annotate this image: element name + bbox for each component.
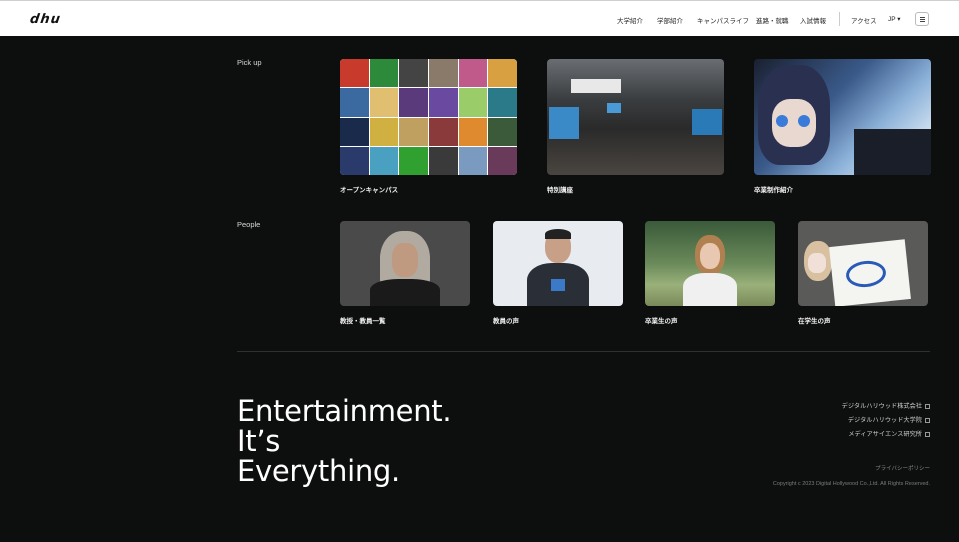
person-face-graphic — [392, 243, 418, 277]
menu-button[interactable] — [915, 12, 929, 26]
nav-campus-life[interactable]: キャンパスライフ — [697, 15, 749, 25]
footer-link-label: デジタルハリウッド大学院 — [847, 417, 922, 424]
external-link-icon — [925, 417, 930, 423]
faculty-voice-image — [493, 221, 623, 306]
alumni-voice-image — [645, 221, 775, 306]
screen-graphic — [692, 109, 722, 135]
nav-divider — [839, 12, 840, 26]
nav-faculty[interactable]: 学部紹介 — [657, 15, 683, 25]
faculty-voice-title: 教員の声 — [493, 318, 519, 325]
screen-graphic — [607, 103, 621, 113]
open-campus-title: オープンキャンパス — [340, 187, 399, 194]
dhu-logo[interactable]: dhu — [29, 12, 62, 27]
pickup-card-graduation-works[interactable]: 卒業制作紹介 — [754, 59, 931, 194]
graduation-works-image — [754, 59, 931, 175]
nav-access[interactable]: アクセス — [851, 15, 877, 25]
special-lecture-title: 特別講座 — [547, 187, 573, 194]
student-voice-title: 在学生の声 — [798, 318, 831, 325]
people-card-alumni-voice[interactable]: 卒業生の声 — [645, 221, 775, 326]
student-voice-image — [798, 221, 928, 306]
person-face-graphic — [700, 243, 720, 269]
footer-link-graduate-school[interactable]: デジタルハリウッド大学院 — [842, 414, 930, 428]
footer-link-media-science-lab[interactable]: メディアサイエンス研究所 — [842, 428, 930, 442]
hamburger-icon — [920, 17, 925, 18]
open-campus-image — [340, 59, 517, 175]
copyright-text: Copyright c 2023 Digital Hollywood Co.,L… — [772, 481, 930, 487]
footer-links: デジタルハリウッド株式会社 デジタルハリウッド大学院 メディアサイエンス研究所 — [842, 400, 930, 442]
footer-link-label: メディアサイエンス研究所 — [848, 431, 922, 438]
person-hair-graphic — [545, 229, 571, 239]
people-card-faculty-voice[interactable]: 教員の声 — [493, 221, 623, 326]
nav-career[interactable]: 進路・就職 — [756, 15, 789, 25]
nav-admissions[interactable]: 入試情報 — [800, 15, 826, 25]
tagline-line-2: It’s — [237, 424, 281, 458]
projector-screen-graphic — [571, 79, 621, 93]
character-eye-graphic — [798, 115, 810, 127]
footer-link-digital-hollywood[interactable]: デジタルハリウッド株式会社 — [842, 400, 930, 414]
tagline-line-3: Everything. — [237, 454, 400, 488]
person-face-graphic — [808, 253, 826, 273]
footer-link-label: デジタルハリウッド株式会社 — [841, 403, 922, 410]
tagline-line-1: Entertainment. — [237, 394, 452, 428]
tagline: Entertainment. It’s Everything. — [237, 394, 452, 488]
external-link-icon — [925, 403, 930, 409]
faculty-list-image — [340, 221, 470, 306]
screen-graphic — [549, 107, 579, 139]
section-divider — [237, 351, 930, 352]
person-body-graphic — [683, 273, 737, 306]
graduation-works-title: 卒業制作紹介 — [754, 187, 793, 194]
pickup-label: Pick up — [237, 58, 262, 67]
shirt-print-graphic — [551, 279, 565, 291]
cockpit-graphic — [854, 129, 931, 175]
nav-university[interactable]: 大学紹介 — [617, 15, 643, 25]
faculty-list-title: 教授・教員一覧 — [340, 318, 386, 325]
pickup-card-open-campus[interactable]: オープンキャンパス — [340, 59, 517, 194]
hamburger-icon-line — [920, 21, 925, 22]
person-body-graphic — [370, 279, 440, 306]
people-label: People — [237, 220, 261, 229]
privacy-policy-link[interactable]: プライバシーポリシー — [875, 464, 930, 472]
hamburger-icon-line — [920, 19, 925, 20]
site-header: dhu 大学紹介 学部紹介 キャンパスライフ 進路・就職 入試情報 アクセス J… — [0, 0, 959, 36]
people-card-student-voice[interactable]: 在学生の声 — [798, 221, 928, 326]
special-lecture-image — [547, 59, 724, 175]
character-eye-graphic — [776, 115, 788, 127]
alumni-voice-title: 卒業生の声 — [645, 318, 678, 325]
pickup-card-special-lecture[interactable]: 特別講座 — [547, 59, 724, 194]
external-link-icon — [925, 431, 930, 437]
people-card-faculty-list[interactable]: 教授・教員一覧 — [340, 221, 470, 326]
language-selector[interactable]: JP ▾ — [888, 15, 901, 23]
